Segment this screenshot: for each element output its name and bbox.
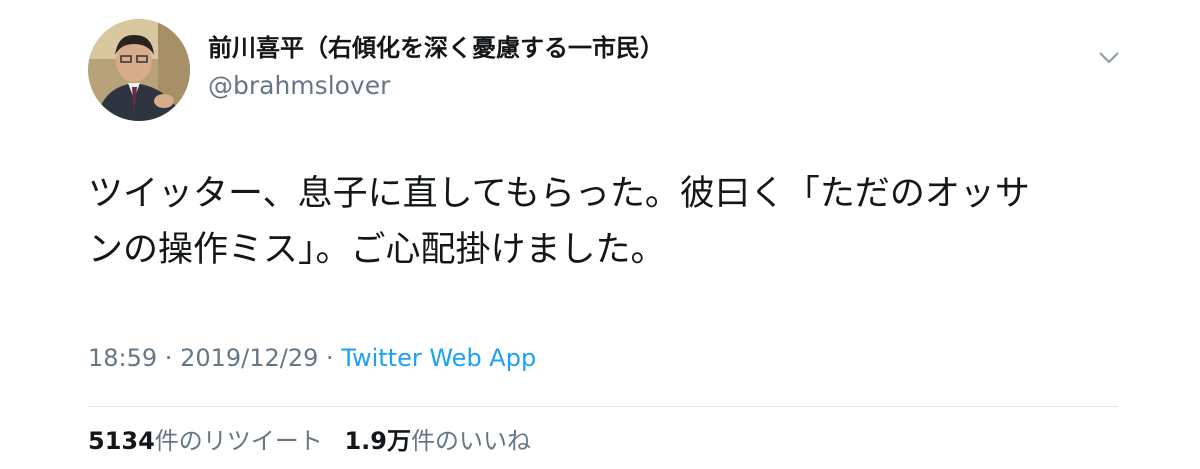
tweet-text: ツイッター、息子に直してもらった。彼曰く「ただのオッサ ンの操作ミス」。ご心配掛… bbox=[88, 166, 1128, 278]
tweet-time[interactable]: 18:59 bbox=[88, 344, 157, 372]
tweet-card: 前川喜平（右傾化を深く憂慮する一市民） @brahmslover ツイッター、息… bbox=[0, 0, 1200, 469]
tweet-text-line-2: ンの操作ミス」。ご心配掛けました。 bbox=[88, 230, 666, 270]
likes-stat[interactable]: 1.9万件のいいね bbox=[344, 427, 531, 455]
retweet-label: 件のリツイート bbox=[154, 427, 323, 455]
tweet-date[interactable]: 2019/12/29 bbox=[180, 344, 318, 372]
tweet-stats: 5134件のリツイート 1.9万件のいいね bbox=[88, 424, 545, 458]
like-label: 件のいいね bbox=[410, 427, 531, 455]
tweet-timestamp[interactable]: 18:59 · 2019/12/29 bbox=[88, 344, 318, 372]
like-count: 1.9万 bbox=[344, 427, 411, 455]
display-name[interactable]: 前川喜平（右傾化を深く憂慮する一市民） bbox=[208, 32, 664, 64]
meta-separator: · bbox=[318, 344, 342, 372]
chevron-down-icon[interactable] bbox=[1096, 44, 1122, 70]
tweet-text-line-1: ツイッター、息子に直してもらった。彼曰く「ただのオッサ bbox=[88, 174, 1030, 214]
tweet-source-link[interactable]: Twitter Web App bbox=[341, 344, 536, 372]
avatar-photo bbox=[88, 19, 190, 121]
meta-separator: · bbox=[157, 344, 181, 372]
avatar[interactable] bbox=[88, 19, 190, 121]
retweet-count: 5134 bbox=[88, 427, 155, 455]
divider bbox=[88, 406, 1118, 407]
user-handle[interactable]: @brahmslover bbox=[208, 70, 390, 102]
tweet-meta: 18:59 · 2019/12/29 · Twitter Web App bbox=[88, 341, 536, 375]
retweets-stat[interactable]: 5134件のリツイート bbox=[88, 427, 323, 455]
